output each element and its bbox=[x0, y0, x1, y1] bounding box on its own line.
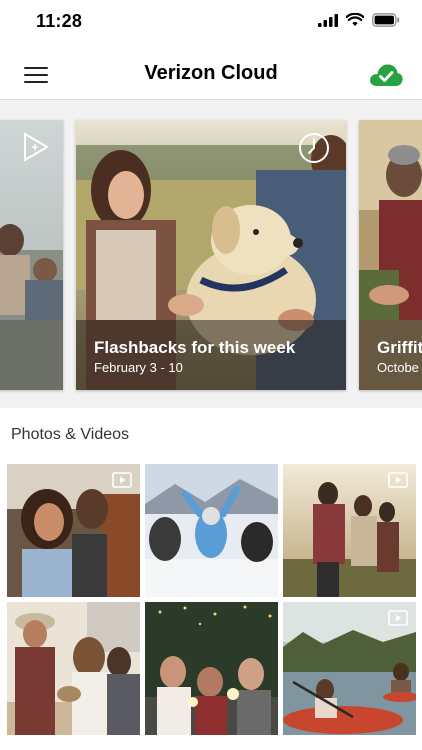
media-tile[interactable] bbox=[283, 464, 416, 597]
memories-carousel[interactable]: Flashbacks for this week February 3 - 10… bbox=[0, 100, 422, 408]
wifi-icon bbox=[346, 13, 364, 26]
card-subtitle: February 3 - 10 bbox=[94, 360, 183, 375]
section-title-photos-videos: Photos & Videos bbox=[11, 426, 130, 443]
media-tile[interactable] bbox=[7, 464, 140, 597]
photo-thumbnail bbox=[145, 464, 278, 597]
video-badge-icon bbox=[112, 472, 132, 488]
memory-card-flashbacks[interactable]: Flashbacks for this week February 3 - 10 bbox=[76, 120, 346, 390]
media-tile[interactable] bbox=[145, 602, 278, 735]
clock-icon bbox=[299, 133, 329, 163]
card-title: Flashbacks for this week bbox=[94, 338, 296, 357]
status-time: 11:28 bbox=[36, 11, 83, 31]
app-title: Verizon Cloud bbox=[144, 62, 278, 84]
status-bar: 11:28 bbox=[0, 0, 422, 44]
card-title: Griffit bbox=[377, 338, 422, 357]
cloud-sync-status-icon[interactable] bbox=[368, 61, 404, 89]
video-badge-icon bbox=[388, 610, 408, 626]
play-sparkle-icon bbox=[24, 132, 49, 162]
card-subtitle: Octobe bbox=[377, 360, 419, 375]
photo-thumbnail bbox=[145, 602, 278, 735]
memory-card-next[interactable]: Griffit Octobe bbox=[359, 120, 422, 390]
app-header: Verizon Cloud bbox=[0, 50, 422, 100]
battery-icon bbox=[372, 13, 400, 27]
cellular-signal-icon bbox=[318, 13, 338, 27]
photo-grid bbox=[7, 464, 416, 735]
memory-card-previous[interactable] bbox=[0, 120, 63, 390]
media-tile[interactable] bbox=[7, 602, 140, 735]
status-icons bbox=[318, 13, 400, 27]
media-tile[interactable] bbox=[283, 602, 416, 735]
media-tile[interactable] bbox=[145, 464, 278, 597]
photo-thumbnail bbox=[7, 602, 140, 735]
video-badge-icon bbox=[388, 472, 408, 488]
